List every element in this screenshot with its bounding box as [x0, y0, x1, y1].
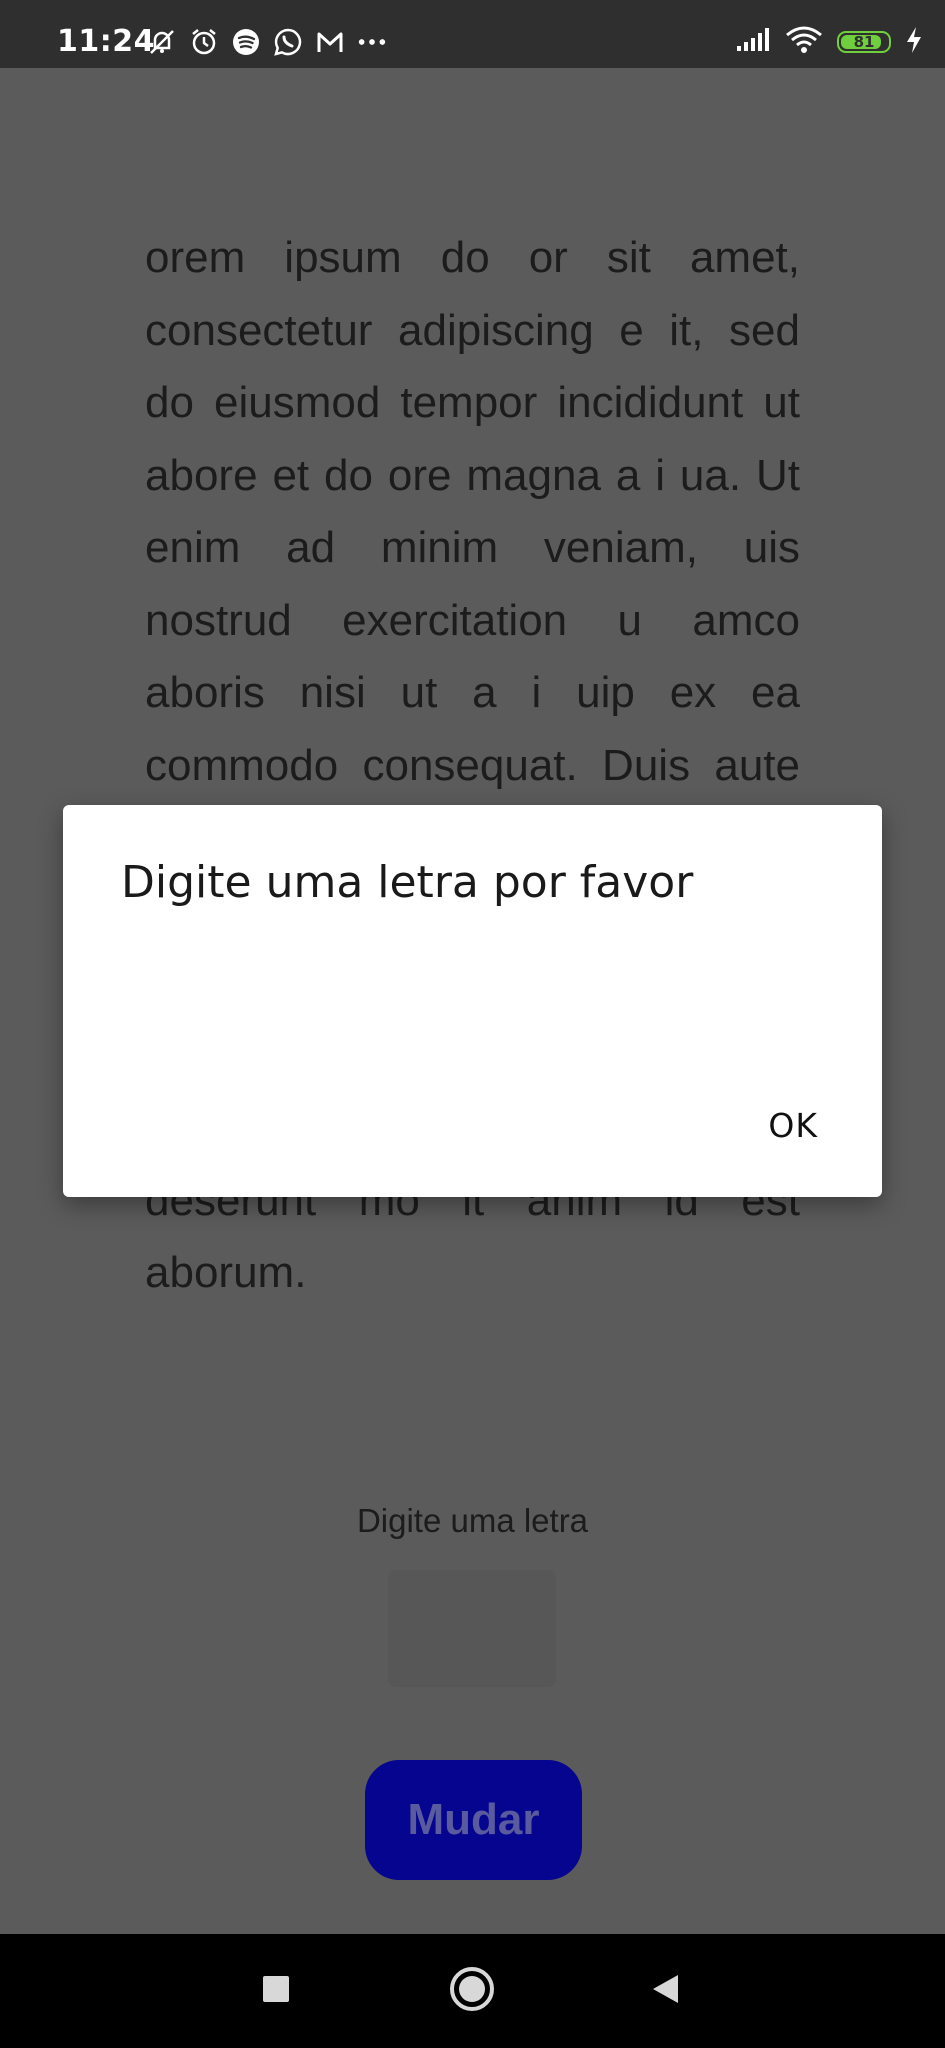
ok-button[interactable]: OK — [764, 1100, 822, 1151]
notification-icons — [146, 24, 388, 60]
home-button[interactable] — [422, 1934, 522, 2048]
mudar-button[interactable]: Mudar — [365, 1760, 582, 1880]
status-bar: 11:24 81 — [0, 0, 945, 68]
back-button[interactable] — [615, 1934, 715, 2048]
battery-level: 81 — [853, 33, 875, 51]
letter-prompt-label: Digite uma letra — [356, 1502, 589, 1539]
more-dots-icon — [356, 26, 388, 58]
mute-bell-icon — [146, 26, 178, 58]
dialog-title: Digite uma letra por favor — [121, 857, 694, 908]
navigation-bar — [0, 1934, 945, 2048]
wifi-icon — [785, 25, 823, 60]
whatsapp-icon — [272, 26, 304, 58]
home-circle-icon — [449, 1966, 495, 2017]
battery-icon: 81 — [837, 31, 891, 53]
system-icons: 81 — [735, 24, 923, 60]
alert-dialog: Digite uma letra por favor OK — [63, 805, 882, 1197]
signal-icon — [735, 27, 771, 58]
back-triangle-icon — [650, 1973, 680, 2010]
letter-input[interactable] — [388, 1570, 556, 1687]
alarm-icon — [188, 26, 220, 58]
gmail-icon — [314, 26, 346, 58]
spotify-icon — [230, 26, 262, 58]
charging-icon — [905, 26, 923, 59]
recents-square-icon — [262, 1975, 290, 2008]
recents-button[interactable] — [226, 1934, 326, 2048]
status-time: 11:24 — [57, 24, 155, 59]
